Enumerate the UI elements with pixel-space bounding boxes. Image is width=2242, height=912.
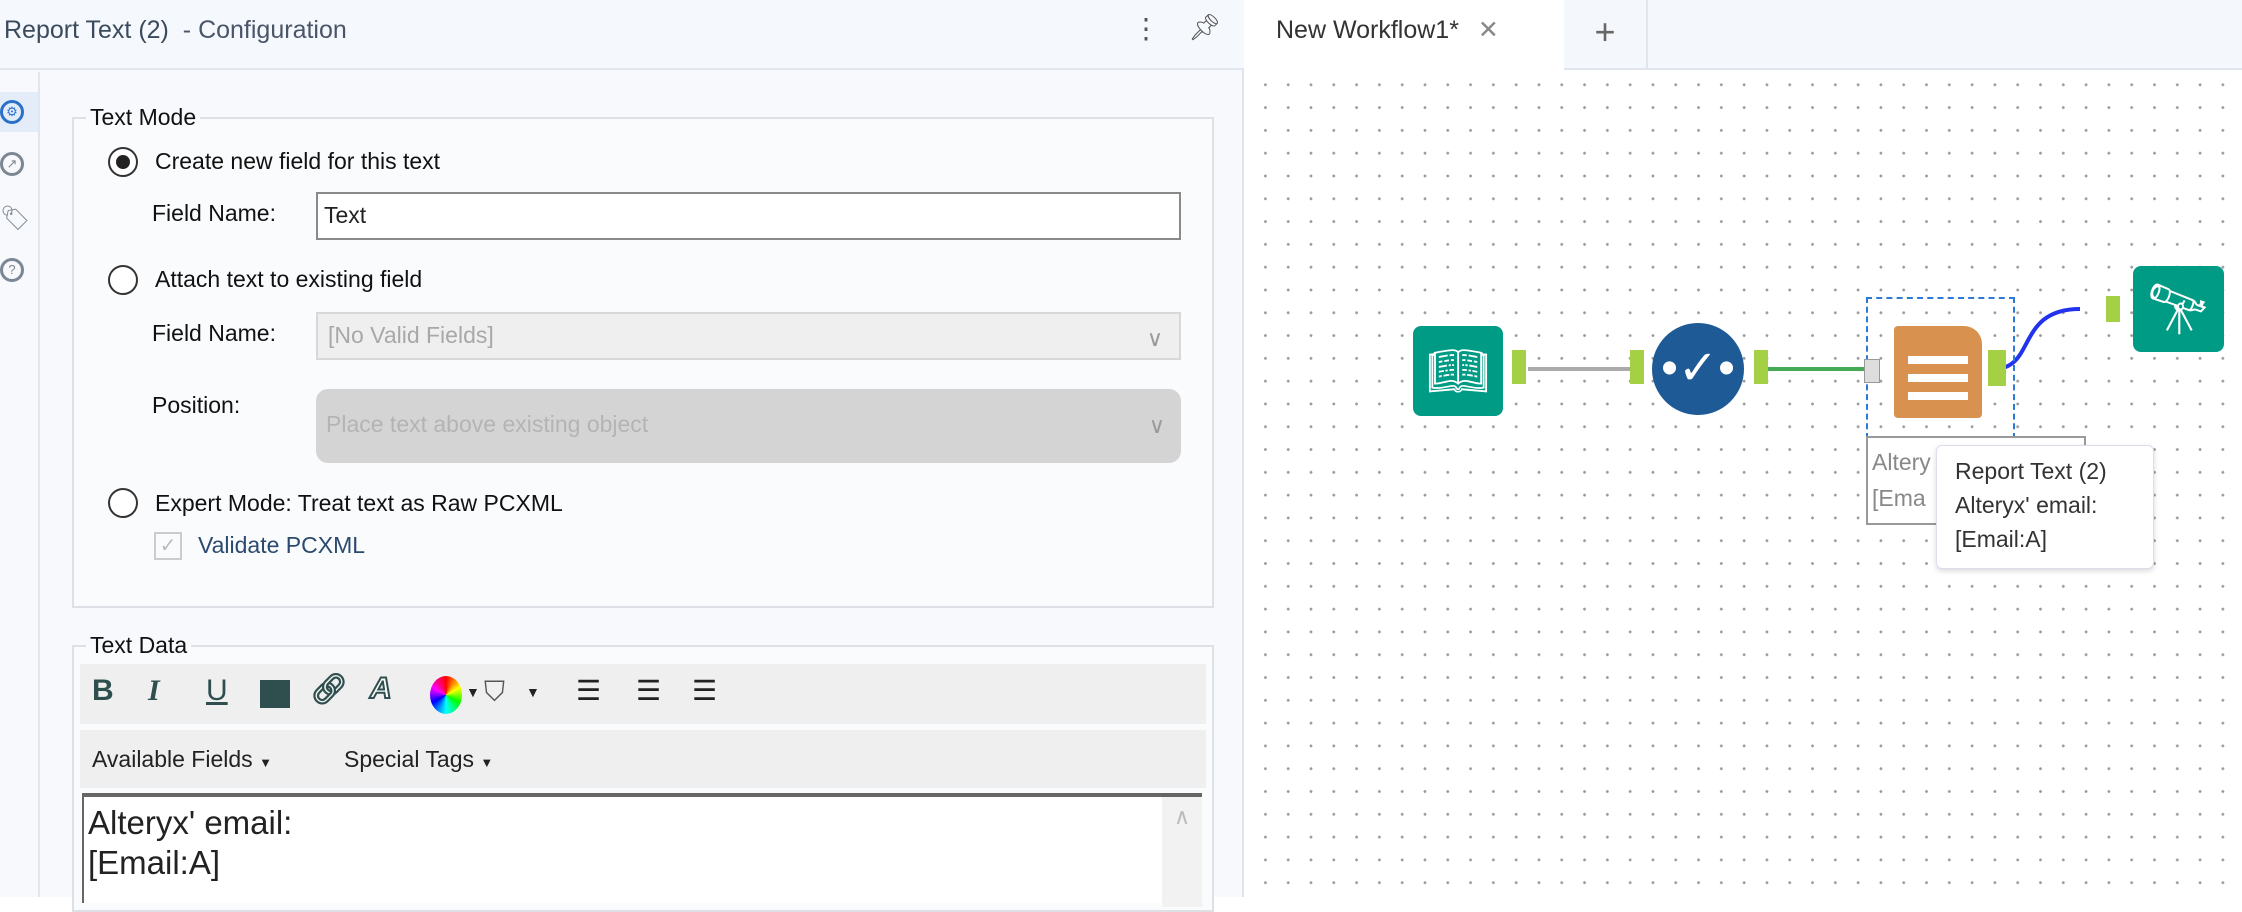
input-anchor[interactable] [1630,350,1644,384]
workflow-tabs: New Workflow1* ✕ + [1246,0,2242,72]
input-anchor[interactable] [2106,296,2120,322]
image-icon[interactable] [260,680,290,708]
chevron-down-icon: ▼ [480,755,494,770]
position-label: Position: [152,392,241,418]
highlight-icon[interactable]: ⛉ [484,676,505,709]
report-text-tool-icon[interactable] [1894,326,1982,418]
chevron-down-icon: ▼ [259,755,272,770]
editor-line: [Email:A] [88,844,221,881]
add-tab-button[interactable]: + [1564,0,1648,70]
fields-toolbar: Available Fields ▼ Special Tags ▼ [80,730,1206,788]
attach-field-value: [No Valid Fields] [328,322,494,348]
font-color-icon[interactable] [430,676,462,714]
align-left-icon[interactable]: ☰ [576,674,601,707]
attach-field-dropdown[interactable]: [No Valid Fields] ∨ [316,312,1181,360]
validate-pcxml-checkbox[interactable]: ✓ [154,532,182,560]
create-new-field-label: Create new field for this text [155,148,441,174]
text-editor[interactable]: Alteryx' email: [Email:A] ∧ [82,793,1202,907]
text-data-legend: Text Data [90,632,188,658]
tab-new-workflow1[interactable]: New Workflow1* ✕ [1246,0,1564,72]
tooltip-line: [Email:A] [1955,526,2048,552]
chevron-down-icon: ∨ [1148,413,1165,438]
scrollbar-up-icon[interactable]: ∧ [1162,797,1202,907]
attach-field-name-label: Field Name: [152,320,276,346]
output-anchor[interactable] [1754,350,1768,384]
connection-icon[interactable]: ↗ [0,152,24,176]
field-name-label: Field Name: [152,200,276,226]
expert-mode-label: Expert Mode: Treat text as Raw PCXML [155,490,563,516]
radio-expert-mode[interactable] [108,488,138,518]
radio-create-new-field[interactable] [108,147,138,177]
link-icon[interactable]: 🔗︎ [310,672,348,707]
tool-tooltip: Report Text (2) Alteryx' email: [Email:A… [1936,445,2154,569]
workflow-canvas[interactable]: 📖︎ •✓• Altery [Ema Report Text (2) Alter… [1246,0,2242,897]
align-center-icon[interactable]: ☰ [636,674,661,707]
output-anchor[interactable] [1512,350,1526,384]
chevron-down-icon: ∨ [1146,326,1163,351]
formatting-toolbar: B I U 🔗︎ A ▼ ⛉ ▼ ☰ ☰ ☰ [80,664,1206,724]
settings-tab[interactable]: ⚙ [0,92,38,132]
underline-icon[interactable]: U [206,674,228,708]
chevron-down-icon[interactable]: ▼ [526,684,540,700]
tool-name: Report Text (2) [4,16,169,44]
side-rail: ⚙ ↗ 🏷︎ ? [0,72,40,897]
available-fields-label: Available Fields [92,746,253,772]
radio-attach-existing[interactable] [108,265,138,295]
gear-icon: ⚙ [0,100,24,124]
tab-label: New Workflow1* [1276,16,1459,44]
test-tool-icon[interactable]: •✓• [1652,323,1744,415]
bold-icon[interactable]: B [92,674,114,708]
font-icon[interactable]: A [369,671,393,706]
tag-icon[interactable]: 🏷︎ [0,204,30,233]
editor-line: Alteryx' email: [88,804,293,841]
pin-icon[interactable]: 📌︎ [1188,12,1221,43]
text-mode-legend: Text Mode [90,104,197,130]
tooltip-line: Alteryx' email: [1955,492,2098,518]
panel-title: Report Text (2) - Configuration [4,16,347,45]
field-name-input[interactable]: Text [316,192,1181,240]
more-options-icon[interactable]: ⋮ [1132,12,1160,45]
browse-tool-icon[interactable]: 🔭︎ [2133,266,2224,352]
available-fields-dropdown[interactable]: Available Fields ▼ [92,746,272,773]
special-tags-dropdown[interactable]: Special Tags ▼ [344,746,493,773]
panel-header: Report Text (2) - Configuration ⋮ 📌︎ [0,0,1244,70]
tooltip-title: Report Text (2) [1955,458,2107,484]
attach-existing-label: Attach text to existing field [155,266,423,292]
italic-icon[interactable]: I [148,674,160,708]
validate-pcxml-label: Validate PCXML [198,532,366,558]
panel-subtitle: - Configuration [182,16,347,44]
align-right-icon[interactable]: ☰ [692,674,717,707]
special-tags-label: Special Tags [344,746,474,772]
position-dropdown[interactable]: Place text above existing object ∨ [316,389,1181,463]
position-value: Place text above existing object [326,411,649,437]
configuration-panel: Report Text (2) - Configuration ⋮ 📌︎ ⚙ ↗… [0,0,1244,912]
input-data-tool-icon[interactable]: 📖︎ [1413,326,1503,416]
chevron-down-icon[interactable]: ▼ [466,684,480,700]
help-icon[interactable]: ? [0,258,24,282]
input-anchor[interactable] [1864,359,1880,383]
close-icon[interactable]: ✕ [1478,16,1499,44]
